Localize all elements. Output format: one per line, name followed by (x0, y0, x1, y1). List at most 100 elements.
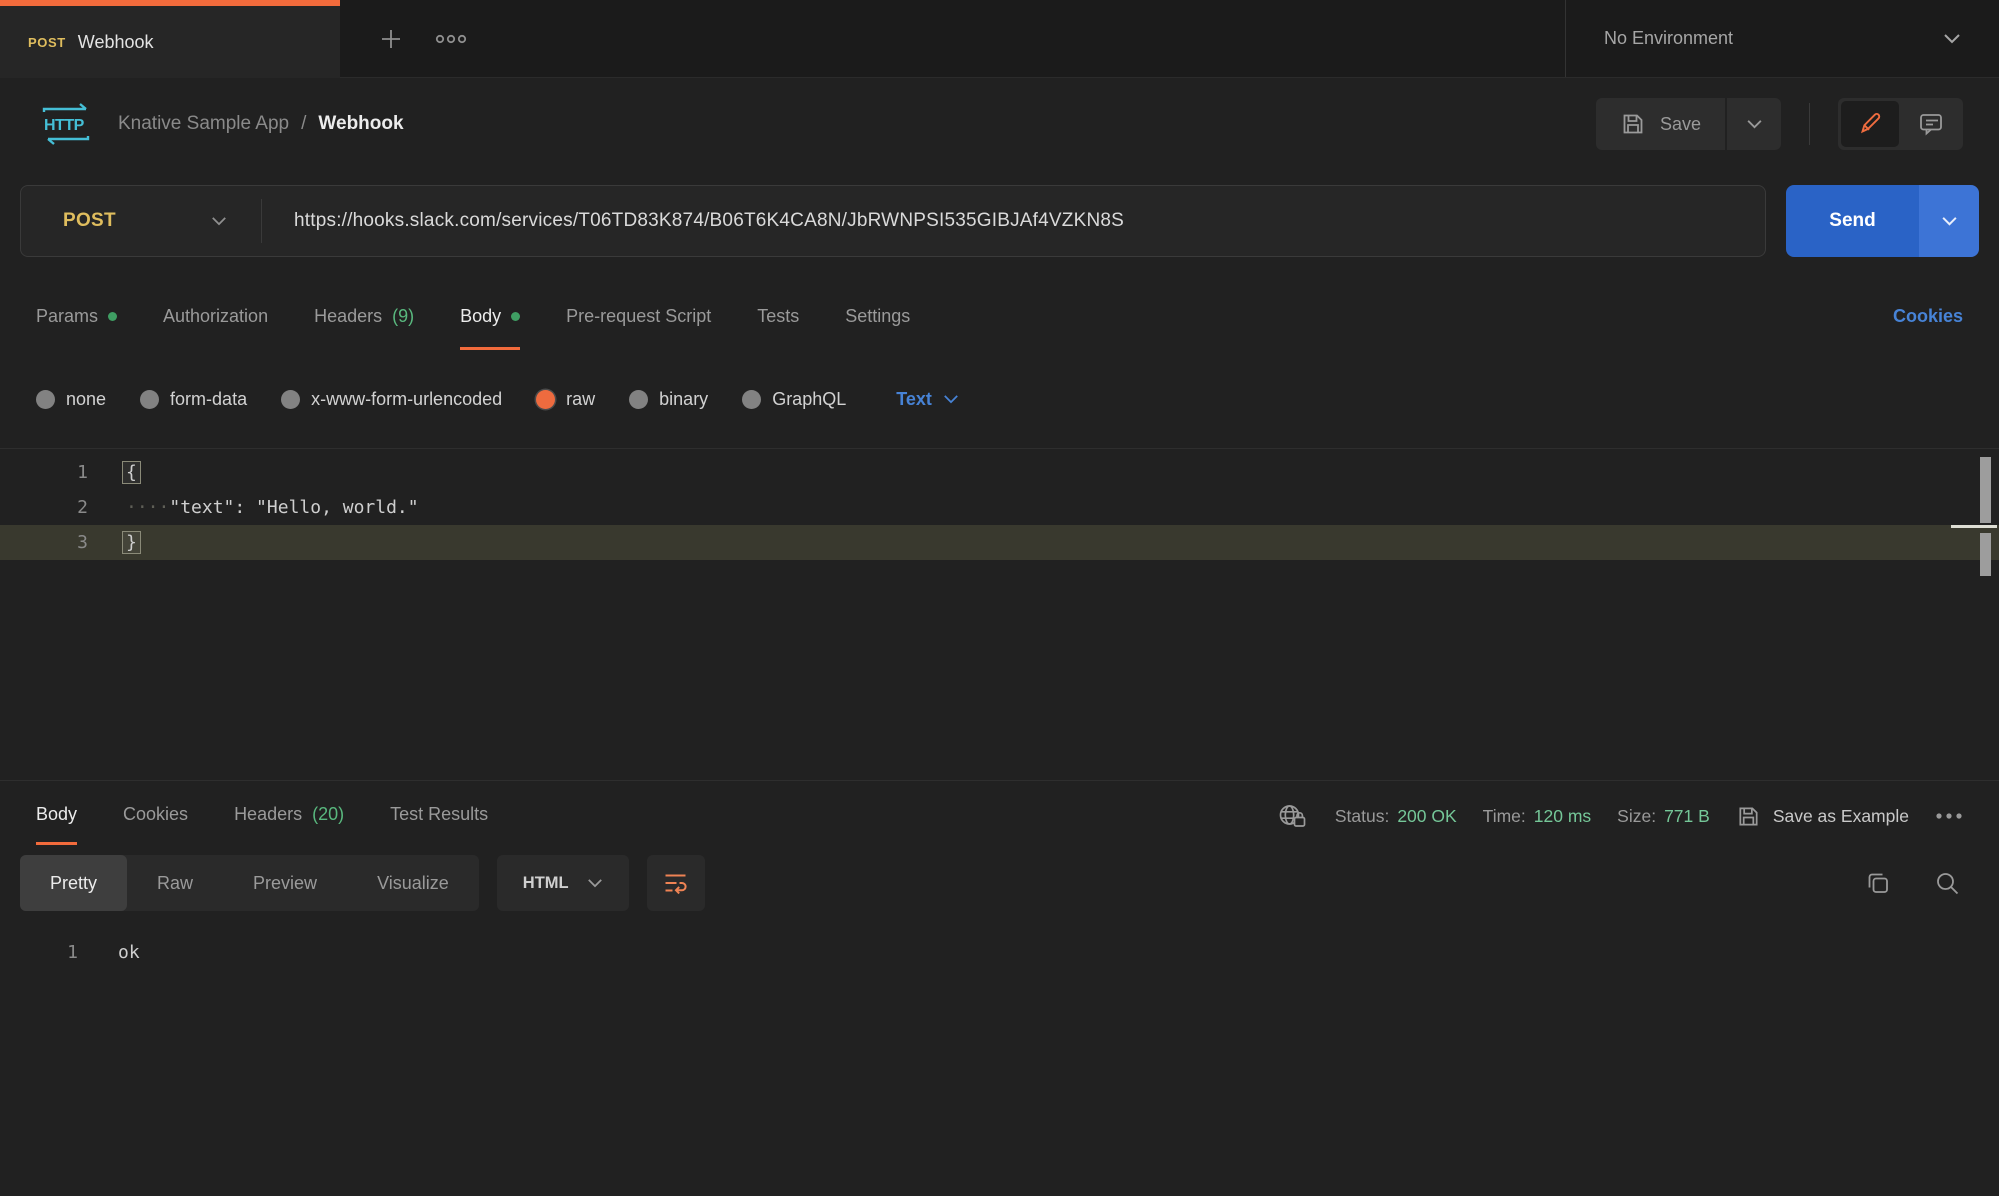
network-info-icon[interactable] (1277, 802, 1309, 830)
response-tab-headers-label: Headers (234, 804, 302, 825)
environment-selector[interactable]: No Environment (1565, 0, 1999, 77)
mode-none[interactable]: none (36, 389, 106, 410)
editor-scrollbar-thumb[interactable] (1980, 457, 1991, 523)
status-label: Status: (1335, 806, 1389, 827)
edit-request-button[interactable] (1841, 101, 1899, 147)
status-value: 200 OK (1397, 806, 1456, 827)
save-split-button: Save (1596, 98, 1781, 150)
time-value: 120 ms (1534, 806, 1591, 827)
code-text: { (88, 455, 141, 490)
response-body-text: ok (78, 935, 140, 971)
tab-bar-spacer (482, 0, 1565, 77)
mode-graphql[interactable]: GraphQL (742, 389, 846, 410)
bracket-highlight: { (122, 461, 141, 484)
chevron-down-icon (587, 878, 603, 888)
breadcrumb-separator: / (301, 113, 306, 135)
header-divider (1809, 103, 1810, 145)
view-preview-label: Preview (253, 873, 317, 894)
request-tab[interactable]: POST Webhook (0, 0, 340, 78)
send-options-button[interactable] (1919, 185, 1979, 257)
size-label: Size: (1617, 806, 1656, 827)
raw-format-selector[interactable]: Text (896, 389, 959, 410)
breadcrumb-request-name[interactable]: Webhook (318, 113, 403, 135)
radio-icon (281, 390, 300, 409)
time-label: Time: (1483, 806, 1526, 827)
request-body-editor[interactable]: 1 { 2 ····"text": "Hello, world." 3 } (0, 448, 1999, 780)
tab-authorization[interactable]: Authorization (163, 286, 268, 350)
mode-raw-label: raw (566, 389, 595, 410)
response-tab-test-results[interactable]: Test Results (390, 787, 488, 845)
chevron-down-icon (211, 216, 227, 226)
method-selector[interactable]: POST (21, 210, 261, 232)
breadcrumb: Knative Sample App / Webhook (118, 113, 404, 135)
save-button[interactable]: Save (1596, 98, 1725, 150)
radio-icon (36, 390, 55, 409)
response-options-button[interactable] (1935, 811, 1963, 821)
view-raw[interactable]: Raw (127, 855, 223, 911)
pencil-icon (1857, 111, 1883, 137)
mode-urlencoded[interactable]: x-www-form-urlencoded (281, 389, 502, 410)
tab-options-button[interactable] (420, 0, 482, 77)
copy-icon[interactable] (1865, 870, 1892, 897)
svg-text:HTTP: HTTP (44, 117, 85, 134)
response-tab-cookies[interactable]: Cookies (123, 787, 188, 845)
url-input[interactable]: https://hooks.slack.com/services/T06TD83… (262, 210, 1124, 232)
save-as-example-label: Save as Example (1773, 806, 1909, 827)
tab-params-label: Params (36, 306, 98, 327)
save-options-button[interactable] (1727, 98, 1781, 150)
more-icon (1935, 811, 1963, 821)
tab-params[interactable]: Params (36, 286, 117, 350)
response-tab-body-label: Body (36, 804, 77, 825)
response-headers-count: (20) (312, 804, 344, 825)
line-number: 2 (0, 490, 88, 525)
mode-form-data-label: form-data (170, 389, 247, 410)
send-split-button: Send (1786, 185, 1979, 257)
search-icon[interactable] (1934, 870, 1961, 897)
line-number: 1 (0, 455, 88, 490)
response-tab-headers[interactable]: Headers (20) (234, 787, 344, 845)
url-bar: POST https://hooks.slack.com/services/T0… (20, 185, 1766, 257)
response-format-value: HTML (523, 874, 569, 893)
response-meta: Status: 200 OK Time: 120 ms Size: 771 B (1277, 787, 1963, 845)
mode-binary[interactable]: binary (629, 389, 708, 410)
response-tab-body[interactable]: Body (36, 787, 77, 845)
new-tab-button[interactable] (362, 0, 420, 77)
tab-headers[interactable]: Headers (9) (314, 286, 414, 350)
editor-cursor-marker-bar (1980, 533, 1991, 576)
tab-body-label: Body (460, 306, 501, 327)
more-icon (434, 32, 468, 46)
view-mode-group: Pretty Raw Preview Visualize (20, 855, 479, 911)
response-format-selector[interactable]: HTML (497, 855, 629, 911)
view-pretty[interactable]: Pretty (20, 855, 127, 911)
time-pair: Time: 120 ms (1483, 806, 1592, 827)
view-visualize-label: Visualize (377, 873, 449, 894)
editor-line: 1 { (0, 455, 1999, 490)
tab-settings[interactable]: Settings (845, 286, 910, 350)
breadcrumb-collection[interactable]: Knative Sample App (118, 113, 289, 135)
view-visualize[interactable]: Visualize (347, 855, 479, 911)
send-button[interactable]: Send (1786, 185, 1919, 257)
code-content: "text": "Hello, world." (169, 497, 418, 518)
chevron-down-icon (1943, 33, 1961, 44)
tab-authorization-label: Authorization (163, 306, 268, 327)
save-icon (1736, 804, 1761, 829)
tab-headers-label: Headers (314, 306, 382, 327)
wrap-lines-button[interactable] (647, 855, 705, 911)
comments-button[interactable] (1902, 101, 1960, 147)
response-line-number: 1 (0, 935, 78, 971)
view-preview[interactable]: Preview (223, 855, 347, 911)
side-tool-group (1838, 98, 1963, 150)
tab-title: Webhook (78, 32, 154, 53)
tab-tests[interactable]: Tests (757, 286, 799, 350)
mode-form-data[interactable]: form-data (140, 389, 247, 410)
cookies-link[interactable]: Cookies (1893, 286, 1963, 350)
tab-pre-request-script[interactable]: Pre-request Script (566, 286, 711, 350)
mode-raw[interactable]: raw (536, 389, 595, 410)
save-as-example-button[interactable]: Save as Example (1736, 804, 1909, 829)
tab-body[interactable]: Body (460, 286, 520, 350)
environment-value: No Environment (1604, 28, 1733, 49)
params-active-dot (108, 312, 117, 321)
raw-format-value: Text (896, 389, 932, 410)
code-text: } (88, 525, 141, 560)
response-body-viewer: 1 ok (0, 935, 1999, 971)
